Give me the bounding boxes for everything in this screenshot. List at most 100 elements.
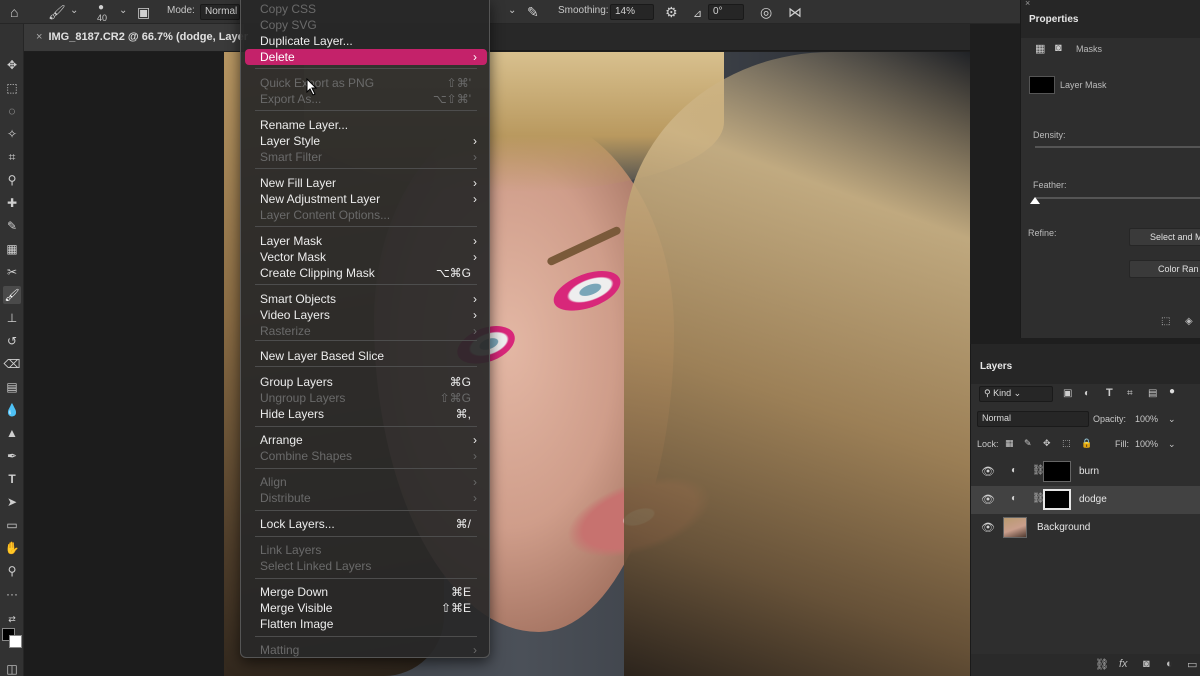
move-tool-icon[interactable]: ✥ bbox=[3, 56, 21, 74]
path-selection-tool-icon[interactable]: ➤ bbox=[3, 493, 21, 511]
add-mask-icon[interactable]: ◙ bbox=[1143, 658, 1150, 670]
fill-chevron-icon[interactable]: ⌄ bbox=[1168, 439, 1176, 450]
smoothing-input[interactable]: 14% bbox=[610, 4, 654, 20]
menu-item-vector-mask[interactable]: Vector Mask › bbox=[245, 249, 487, 265]
more-tools-icon[interactable]: ··· bbox=[3, 585, 21, 603]
flow-chevron-icon[interactable]: ⌄ bbox=[508, 5, 516, 16]
home-icon[interactable]: ⌂ bbox=[10, 3, 18, 21]
menu-item-new-layer-based-slice[interactable]: New Layer Based Slice bbox=[245, 348, 487, 364]
zoom-tool-icon[interactable]: ⚲ bbox=[3, 562, 21, 580]
quick-select-tool-icon[interactable]: ✧ bbox=[3, 125, 21, 143]
menu-item-layer-mask[interactable]: Layer Mask › bbox=[245, 233, 487, 249]
lock-artboard-icon[interactable]: ⬚ bbox=[1062, 438, 1071, 449]
visibility-eye-icon[interactable]: 👁 bbox=[981, 493, 995, 506]
mode-select[interactable]: Normal bbox=[200, 4, 240, 20]
clone-stamp-tool-icon[interactable]: ⊥ bbox=[3, 309, 21, 327]
lock-image-icon[interactable]: ✎ bbox=[1024, 438, 1032, 449]
density-slider[interactable] bbox=[1035, 146, 1200, 148]
lock-all-icon[interactable]: 🔒 bbox=[1081, 438, 1092, 449]
blur-tool-icon[interactable]: 💧 bbox=[3, 401, 21, 419]
layer-row-burn[interactable]: 👁 ◐ ⛓ burn bbox=[971, 458, 1200, 486]
background-color-swatch[interactable] bbox=[9, 635, 22, 648]
brush-size-chevron-icon[interactable]: ⌄ bbox=[119, 5, 127, 16]
patch-tool-icon[interactable]: ▦ bbox=[3, 240, 21, 258]
angle-input[interactable]: 0° bbox=[708, 4, 744, 20]
pen-tool-icon[interactable]: ✒ bbox=[3, 447, 21, 465]
opacity-chevron-icon[interactable]: ⌄ bbox=[1168, 414, 1176, 425]
menu-item-smart-objects[interactable]: Smart Objects › bbox=[245, 291, 487, 307]
menu-item-delete[interactable]: Delete › bbox=[245, 49, 487, 65]
visibility-eye-icon[interactable]: 👁 bbox=[981, 521, 995, 534]
healing-brush-tool-icon[interactable]: ✎ bbox=[3, 217, 21, 235]
document-tab[interactable]: × IMG_8187.CR2 @ 66.7% (dodge, Layer bbox=[24, 24, 248, 51]
menu-item-video-layers[interactable]: Video Layers › bbox=[245, 307, 487, 323]
dodge-tool-icon[interactable]: ▲ bbox=[3, 424, 21, 442]
lock-transparent-icon[interactable]: ▦ bbox=[1005, 438, 1014, 449]
hand-tool-icon[interactable]: ✋ bbox=[3, 539, 21, 557]
filter-type-icon[interactable]: T bbox=[1106, 387, 1113, 399]
pixel-mask-icon[interactable]: ▦ bbox=[1035, 42, 1045, 55]
lock-position-icon[interactable]: ✥ bbox=[1043, 438, 1051, 449]
visibility-eye-icon[interactable]: 👁 bbox=[981, 465, 995, 478]
close-tab-icon[interactable]: × bbox=[36, 31, 42, 43]
menu-item-merge-down[interactable]: Merge Down ⌘E bbox=[245, 584, 487, 600]
brush-settings-panel-icon[interactable]: ▣ bbox=[137, 3, 150, 21]
layer-mask-thumbnail[interactable] bbox=[1043, 461, 1071, 482]
layer-style-fx-icon[interactable]: fx bbox=[1119, 658, 1128, 670]
layer-image-thumbnail[interactable] bbox=[1003, 517, 1027, 538]
content-aware-move-icon[interactable]: ✂ bbox=[3, 263, 21, 281]
quick-mask-icon[interactable]: ◫ bbox=[3, 660, 21, 676]
eyedropper-tool-icon[interactable]: ⚲ bbox=[3, 171, 21, 189]
menu-item-new-adjustment-layer[interactable]: New Adjustment Layer › bbox=[245, 191, 487, 207]
menu-item-lock-layers[interactable]: Lock Layers... ⌘/ bbox=[245, 516, 487, 532]
menu-item-group-layers[interactable]: Group Layers ⌘G bbox=[245, 374, 487, 390]
close-panel-icon[interactable]: × bbox=[1025, 0, 1030, 8]
apply-mask-icon[interactable]: ◈ bbox=[1185, 316, 1193, 327]
feather-slider-thumb[interactable] bbox=[1030, 197, 1040, 204]
filter-pixel-icon[interactable]: ▣ bbox=[1063, 388, 1072, 399]
rectangle-tool-icon[interactable]: ▭ bbox=[3, 516, 21, 534]
menu-item-rename-layer[interactable]: Rename Layer... bbox=[245, 117, 487, 133]
new-adjustment-layer-icon[interactable]: ◐ bbox=[1166, 658, 1173, 670]
type-tool-icon[interactable]: T bbox=[3, 470, 21, 488]
feather-slider[interactable] bbox=[1035, 197, 1200, 199]
symmetry-butterfly-icon[interactable]: ⋈ bbox=[788, 3, 802, 21]
marquee-tool-icon[interactable]: ⬚ bbox=[3, 79, 21, 97]
menu-item-new-fill-layer[interactable]: New Fill Layer › bbox=[245, 175, 487, 191]
filter-smart-object-icon[interactable]: ▤ bbox=[1148, 388, 1157, 399]
layer-row-background[interactable]: 👁 Background bbox=[971, 514, 1200, 542]
menu-item-arrange[interactable]: Arrange › bbox=[245, 432, 487, 448]
pressure-icon[interactable]: ◎ bbox=[760, 3, 772, 21]
menu-item-flatten-image[interactable]: Flatten Image bbox=[245, 616, 487, 632]
menu-item-merge-visible[interactable]: Merge Visible ⇧⌘E bbox=[245, 600, 487, 616]
gradient-tool-icon[interactable]: ▤ bbox=[3, 378, 21, 396]
load-selection-icon[interactable]: ⬚ bbox=[1161, 316, 1170, 327]
history-brush-tool-icon[interactable]: ↺ bbox=[3, 332, 21, 350]
color-range-button[interactable]: Color Ran bbox=[1129, 260, 1200, 278]
canvas-area[interactable] bbox=[24, 52, 970, 676]
menu-item-duplicate-layer[interactable]: Duplicate Layer... bbox=[245, 33, 487, 49]
menu-item-hide-layers[interactable]: Hide Layers ⌘, bbox=[245, 406, 487, 422]
filter-kind-select[interactable]: ⚲ Kind ⌄ bbox=[979, 386, 1053, 402]
layer-mask-thumbnail[interactable] bbox=[1043, 489, 1071, 510]
layer-row-dodge[interactable]: 👁 ◐ ⛓ dodge bbox=[971, 486, 1200, 514]
layer-name[interactable]: Background bbox=[1037, 522, 1090, 533]
brush-preset-icon[interactable]: 🖌 bbox=[48, 3, 66, 21]
layer-name[interactable]: burn bbox=[1079, 466, 1099, 477]
new-group-icon[interactable]: ▭ bbox=[1187, 658, 1197, 671]
brush-dropdown-chevron-icon[interactable]: ⌄ bbox=[70, 5, 78, 16]
crop-tool-icon[interactable]: ⌗ bbox=[3, 148, 21, 166]
smoothing-options-gear-icon[interactable]: ⚙ bbox=[665, 3, 678, 21]
lasso-tool-icon[interactable]: ◌ bbox=[3, 102, 21, 120]
select-and-mask-button[interactable]: Select and M bbox=[1129, 228, 1200, 246]
filter-toggle-icon[interactable]: ● bbox=[1169, 386, 1175, 397]
spot-healing-tool-icon[interactable]: ✚ bbox=[3, 194, 21, 212]
opacity-value[interactable]: 100% bbox=[1135, 414, 1158, 424]
layer-mask-icon[interactable]: ◙ bbox=[1055, 42, 1062, 54]
airbrush-icon[interactable]: ✎ bbox=[527, 3, 539, 21]
fill-value[interactable]: 100% bbox=[1135, 439, 1158, 449]
filter-shape-icon[interactable]: ⌗ bbox=[1127, 388, 1133, 399]
menu-item-layer-style[interactable]: Layer Style › bbox=[245, 133, 487, 149]
blend-mode-select[interactable]: Normal bbox=[977, 411, 1089, 427]
brush-tool-icon[interactable]: 🖌 bbox=[3, 286, 21, 304]
